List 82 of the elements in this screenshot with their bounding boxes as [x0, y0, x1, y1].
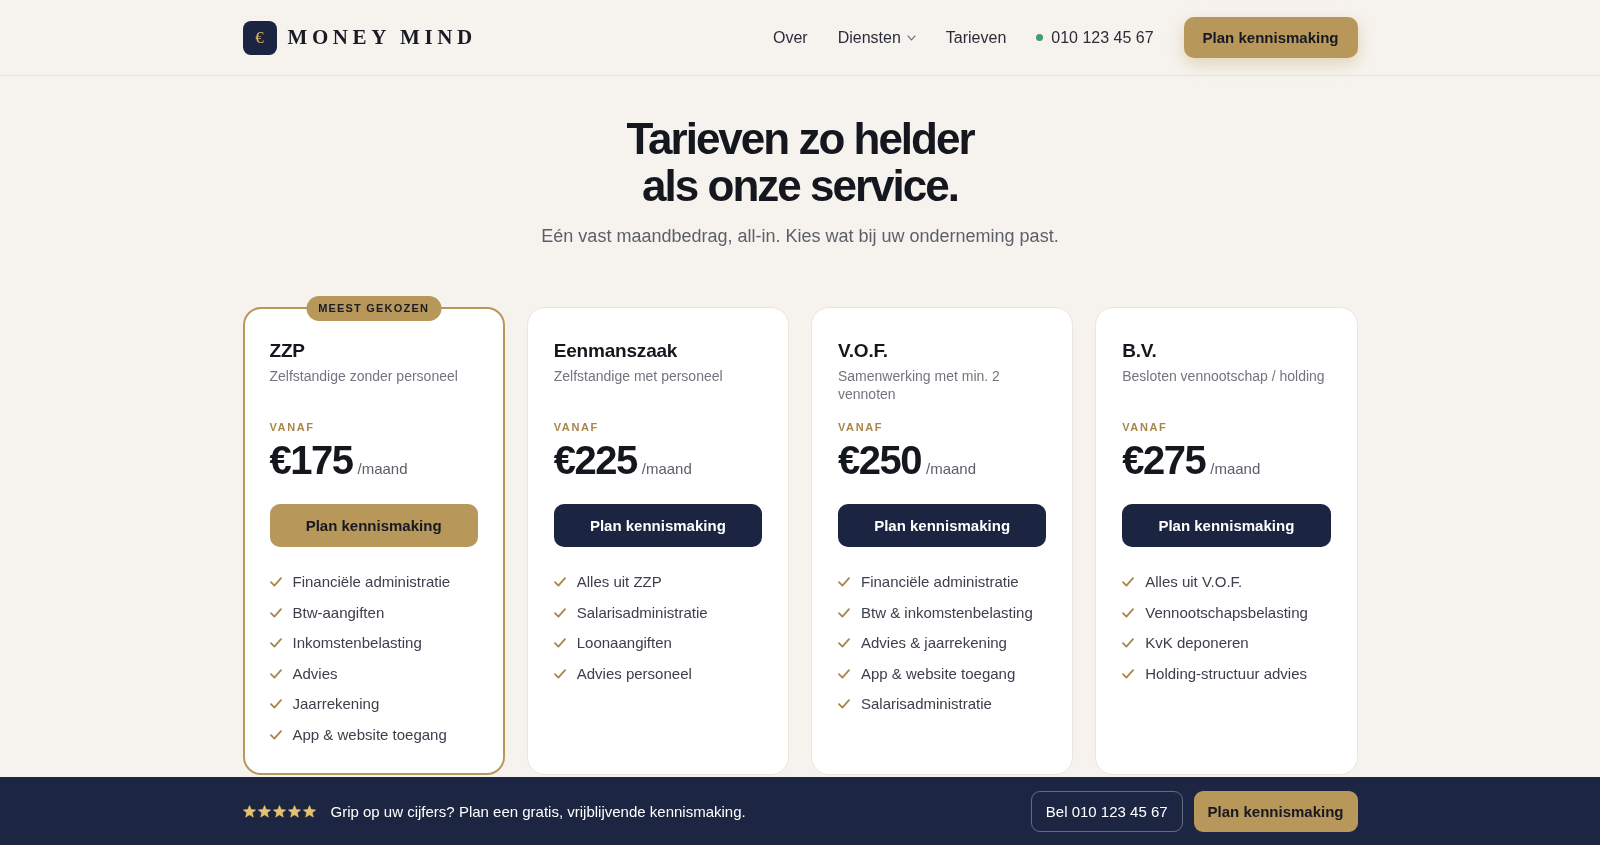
feature-text: Vennootschapsbelasting	[1145, 602, 1308, 623]
plan-name: ZZP	[269, 339, 306, 363]
check-icon	[1122, 577, 1135, 587]
star-icon	[242, 804, 256, 818]
star-icon	[302, 804, 316, 818]
star-icon	[257, 804, 271, 818]
phone-link[interactable]: 010 123 45 67	[1051, 28, 1154, 47]
feature-text: Btw & inkomstenbelasting	[861, 602, 1033, 623]
plan-description: Besloten vennootschap / holding	[1122, 367, 1326, 386]
feature-text: Salarisadministratie	[576, 602, 708, 623]
price-label: VANAF	[269, 420, 316, 435]
price-label: VANAF	[553, 420, 600, 435]
star-icon	[272, 804, 286, 818]
price-label: VANAF	[1122, 420, 1169, 435]
nav-link[interactable]: Over	[772, 28, 808, 47]
star-icon	[287, 804, 301, 818]
plan-button[interactable]: Plan kennismaking	[1122, 504, 1331, 547]
plan-price: €175	[269, 438, 353, 482]
cta-text: Grip op uw cijfers? Plan een gratis, vrijblijvende kennismaking.	[330, 802, 746, 820]
check-icon	[553, 577, 566, 587]
check-icon	[269, 699, 282, 710]
check-icon	[553, 607, 566, 618]
call-button[interactable]: Bel 010 123 45 67	[1030, 790, 1183, 832]
check-icon	[838, 607, 850, 618]
check-icon	[1122, 607, 1135, 618]
price-period: /maand	[641, 460, 692, 477]
feature-text: Advies & jaarrekening	[861, 633, 1007, 654]
plan-badge: MEEST GEKOZEN	[306, 296, 442, 321]
feature-text: App & website toegang	[861, 663, 1016, 684]
plan-button[interactable]: Plan kennismaking	[838, 504, 1047, 547]
plan-name: V.O.F.	[838, 339, 889, 363]
plan-price: €250	[838, 438, 921, 482]
page-title: Tarieven zo helder als onze service.	[626, 115, 974, 209]
logo-text[interactable]: MONEY MIND	[287, 25, 477, 50]
plan-price: €275	[1122, 438, 1206, 482]
check-icon	[269, 607, 282, 618]
feature-text: Advies personeel	[576, 663, 692, 684]
feature-text: Financiële administratie	[861, 572, 1019, 592]
feature-text: Loonaangiften	[576, 633, 672, 654]
check-icon	[838, 577, 850, 587]
check-icon	[838, 638, 850, 649]
check-icon	[269, 638, 282, 649]
check-icon	[553, 668, 566, 679]
plan-price: €225	[553, 438, 637, 482]
feature-text: App & website toegang	[292, 724, 447, 745]
feature-text: Advies	[292, 663, 338, 684]
feature-text: Btw-aangiften	[292, 602, 385, 623]
feature-text: Alles uit V.O.F.	[1145, 572, 1243, 592]
price-period: /maand	[357, 460, 408, 477]
feature-text: Holding-structuur advies	[1145, 663, 1307, 684]
check-icon	[1122, 638, 1135, 649]
plan-name: B.V.	[1122, 339, 1158, 363]
cta-button[interactable]: Plan kennismaking	[1193, 790, 1358, 832]
plan-name: Eenmanszaak	[553, 339, 679, 363]
status-dot-icon	[1036, 34, 1044, 41]
check-icon	[838, 668, 850, 679]
feature-text: Salarisadministratie	[861, 694, 992, 715]
price-period: /maand	[926, 460, 977, 477]
plan-description: Zelfstandige zonder personeel	[269, 367, 459, 386]
price-label: VANAF	[838, 420, 885, 435]
cta-button[interactable]: Plan kennismaking	[1183, 17, 1358, 58]
nav-dropdown[interactable]: Diensten	[837, 28, 916, 47]
logo-mark: €	[242, 20, 277, 55]
check-icon	[269, 577, 282, 587]
plan-button[interactable]: Plan kennismaking	[553, 504, 762, 547]
check-icon	[269, 729, 282, 740]
feature-text: Inkomstenbelasting	[292, 633, 422, 654]
check-icon	[838, 699, 850, 710]
page-subtitle: Eén vast maandbedrag, all-in. Kies wat bij uw onderneming past.	[541, 225, 1059, 248]
caret-icon	[906, 34, 916, 41]
plan-description: Samenwerking met min. 2 vennoten	[838, 367, 1001, 403]
feature-text: Jaarrekening	[292, 694, 380, 715]
check-icon	[1122, 668, 1135, 679]
nav-link[interactable]: Tarieven	[945, 28, 1007, 47]
plan-description: Zelfstandige met personeel	[553, 367, 724, 386]
feature-text: Alles uit ZZP	[576, 572, 662, 592]
feature-text: KvK deponeren	[1145, 633, 1249, 654]
price-period: /maand	[1210, 460, 1261, 477]
plan-button[interactable]: Plan kennismaking	[269, 504, 478, 547]
feature-text: Financiële administratie	[292, 572, 451, 592]
check-icon	[553, 638, 566, 649]
check-icon	[269, 668, 282, 679]
